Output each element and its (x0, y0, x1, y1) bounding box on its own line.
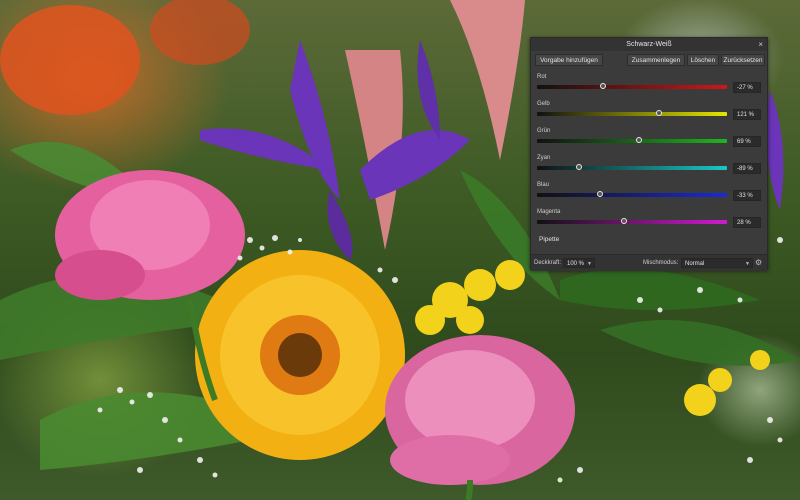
slider-cyan-handle[interactable] (576, 163, 583, 170)
slider-yellow-track[interactable] (537, 112, 727, 116)
slider-yellow-label: Gelb (537, 101, 550, 107)
slider-blue: Blau -33 % (537, 182, 763, 202)
panel-footer: Deckkraft: 100 % ▼ Mischmodus: Normal ▼ … (531, 254, 767, 271)
pipette-button[interactable]: Pipette (535, 234, 564, 246)
close-icon[interactable]: × (758, 38, 763, 51)
slider-green-handle[interactable] (636, 136, 643, 143)
opacity-label: Deckkraft: (534, 260, 562, 266)
blend-mode-dropdown[interactable]: Normal ▼ (681, 258, 753, 268)
delete-button[interactable]: Löschen (687, 54, 719, 66)
slider-yellow-value[interactable]: 121 % (733, 108, 761, 120)
slider-magenta: Magenta 28 % (537, 209, 763, 229)
blend-mode-value: Normal (685, 261, 705, 267)
slider-magenta-label: Magenta (537, 209, 561, 215)
slider-green-track[interactable] (537, 139, 727, 143)
slider-yellow-handle[interactable] (655, 109, 662, 116)
gear-icon[interactable]: ⚙ (755, 258, 764, 267)
slider-blue-label: Blau (537, 182, 550, 188)
slider-green-value[interactable]: 69 % (733, 135, 761, 147)
slider-cyan-track[interactable] (537, 166, 727, 170)
add-preset-button[interactable]: Vorgabe hinzufügen (535, 54, 603, 66)
slider-cyan: Zyan -89 % (537, 155, 763, 175)
slider-magenta-handle[interactable] (620, 217, 627, 224)
slider-red-value[interactable]: -27 % (733, 81, 761, 93)
slider-green: Grün 69 % (537, 128, 763, 148)
slider-red-track[interactable] (537, 85, 727, 89)
reset-button[interactable]: Zurücksetzen (721, 54, 765, 66)
chevron-down-icon: ▼ (745, 261, 750, 267)
opacity-value: 100 % (567, 261, 585, 267)
slider-yellow: Gelb 121 % (537, 101, 763, 121)
slider-red-label: Rot (537, 74, 547, 80)
panel-button-row: Vorgabe hinzufügen Zusammenlegen Löschen… (535, 54, 765, 66)
slider-magenta-track[interactable] (537, 220, 727, 224)
black-white-adjustment-panel: Schwarz-Weiß × Vorgabe hinzufügen Zusamm… (530, 37, 768, 271)
slider-cyan-label: Zyan (537, 155, 551, 161)
panel-title: Schwarz-Weiß (531, 38, 767, 51)
slider-red: Rot -27 % (537, 74, 763, 94)
slider-blue-track[interactable] (537, 193, 727, 197)
slider-cyan-value[interactable]: -89 % (733, 162, 761, 174)
slider-red-handle[interactable] (599, 82, 606, 89)
opacity-field[interactable]: 100 % ▼ (563, 258, 595, 268)
chevron-down-icon: ▼ (587, 261, 592, 267)
blend-mode-label: Mischmodus: (643, 260, 679, 266)
slider-magenta-value[interactable]: 28 % (733, 216, 761, 228)
slider-blue-value[interactable]: -33 % (733, 189, 761, 201)
merge-button[interactable]: Zusammenlegen (627, 54, 685, 66)
slider-green-label: Grün (537, 128, 551, 134)
